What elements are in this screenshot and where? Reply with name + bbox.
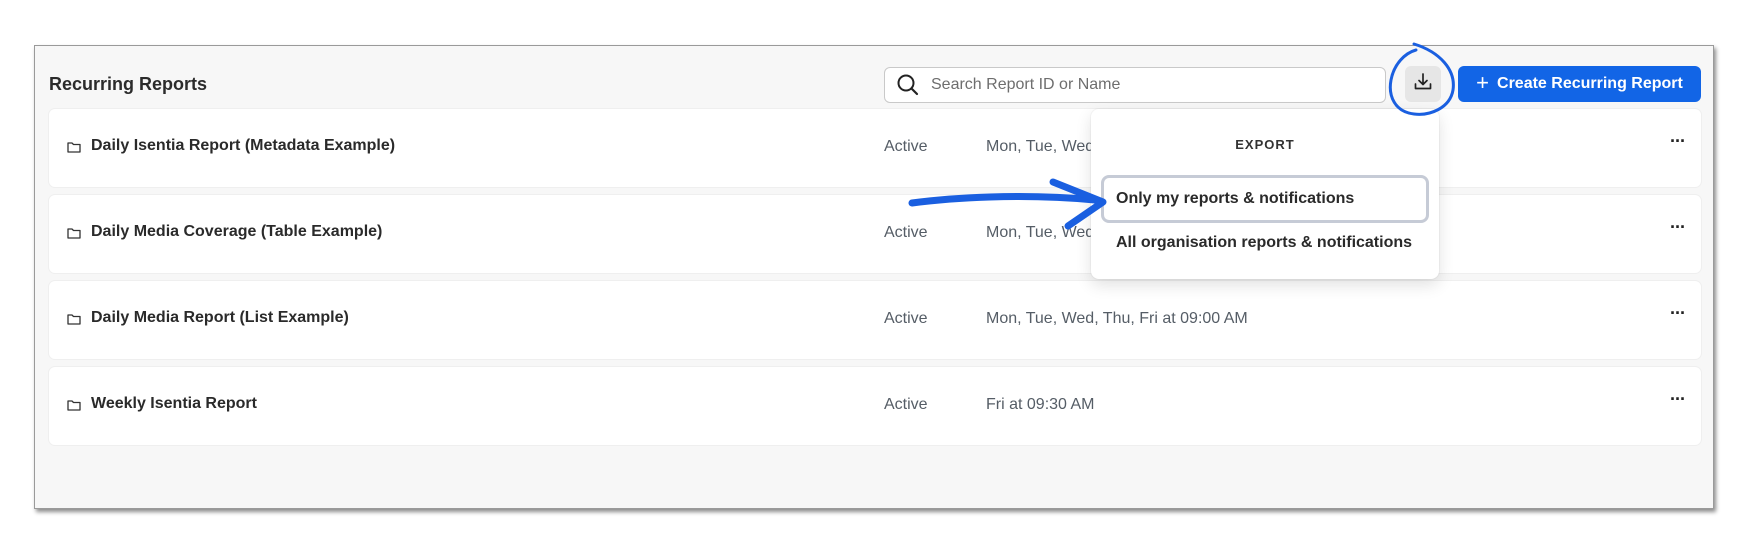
report-status: Active (884, 310, 928, 327)
more-options-button[interactable]: ··· (1670, 389, 1686, 410)
folder-icon (67, 226, 81, 244)
create-button-label: Create Recurring Report (1497, 75, 1683, 92)
report-name[interactable]: Daily Isentia Report (Metadata Example) (91, 137, 395, 155)
report-row[interactable]: Daily Isentia Report (Metadata Example) … (49, 109, 1701, 187)
download-icon (1413, 72, 1433, 97)
folder-icon (67, 140, 81, 158)
export-button[interactable] (1405, 66, 1441, 102)
report-row[interactable]: Daily Media Coverage (Table Example) Act… (49, 195, 1701, 273)
page-title: Recurring Reports (49, 74, 208, 94)
export-option-my-reports[interactable]: Only my reports & notifications (1101, 175, 1429, 223)
export-option-all-organisation[interactable]: All organisation reports & notifications (1101, 219, 1429, 267)
report-row[interactable]: Daily Media Report (List Example) Active… (49, 281, 1701, 359)
report-name[interactable]: Weekly Isentia Report (91, 395, 257, 413)
report-schedule: Mon, Tue, Wed (986, 138, 1095, 155)
export-dropdown-menu: EXPORT Only my reports & notifications A… (1091, 109, 1439, 279)
create-recurring-report-button[interactable]: + Create Recurring Report (1458, 66, 1701, 102)
report-status: Active (884, 396, 928, 413)
report-schedule: Mon, Tue, Wed, Thu, Fri at 09:00 AM (986, 310, 1248, 327)
report-name[interactable]: Daily Media Report (List Example) (91, 309, 349, 327)
folder-icon (67, 312, 81, 330)
search-input[interactable] (931, 68, 1385, 102)
recurring-reports-panel: Recurring Reports + Create Recurring Rep… (34, 45, 1714, 509)
export-menu-heading: EXPORT (1235, 137, 1295, 152)
export-option-label: All organisation reports & notifications (1116, 234, 1413, 251)
more-options-button[interactable]: ··· (1670, 217, 1686, 238)
search-box[interactable] (884, 67, 1386, 103)
report-row[interactable]: Weekly Isentia Report Active Fri at 09:3… (49, 367, 1701, 445)
report-schedule: Fri at 09:30 AM (986, 396, 1095, 413)
report-schedule: Mon, Tue, Wed (986, 224, 1095, 241)
report-name[interactable]: Daily Media Coverage (Table Example) (91, 223, 382, 241)
folder-icon (67, 398, 81, 416)
report-status: Active (884, 224, 928, 241)
plus-icon: + (1476, 70, 1490, 95)
export-option-label: Only my reports & notifications (1116, 190, 1355, 207)
more-options-button[interactable]: ··· (1670, 131, 1686, 152)
search-icon (885, 67, 931, 103)
more-options-button[interactable]: ··· (1670, 303, 1686, 324)
report-status: Active (884, 138, 928, 155)
